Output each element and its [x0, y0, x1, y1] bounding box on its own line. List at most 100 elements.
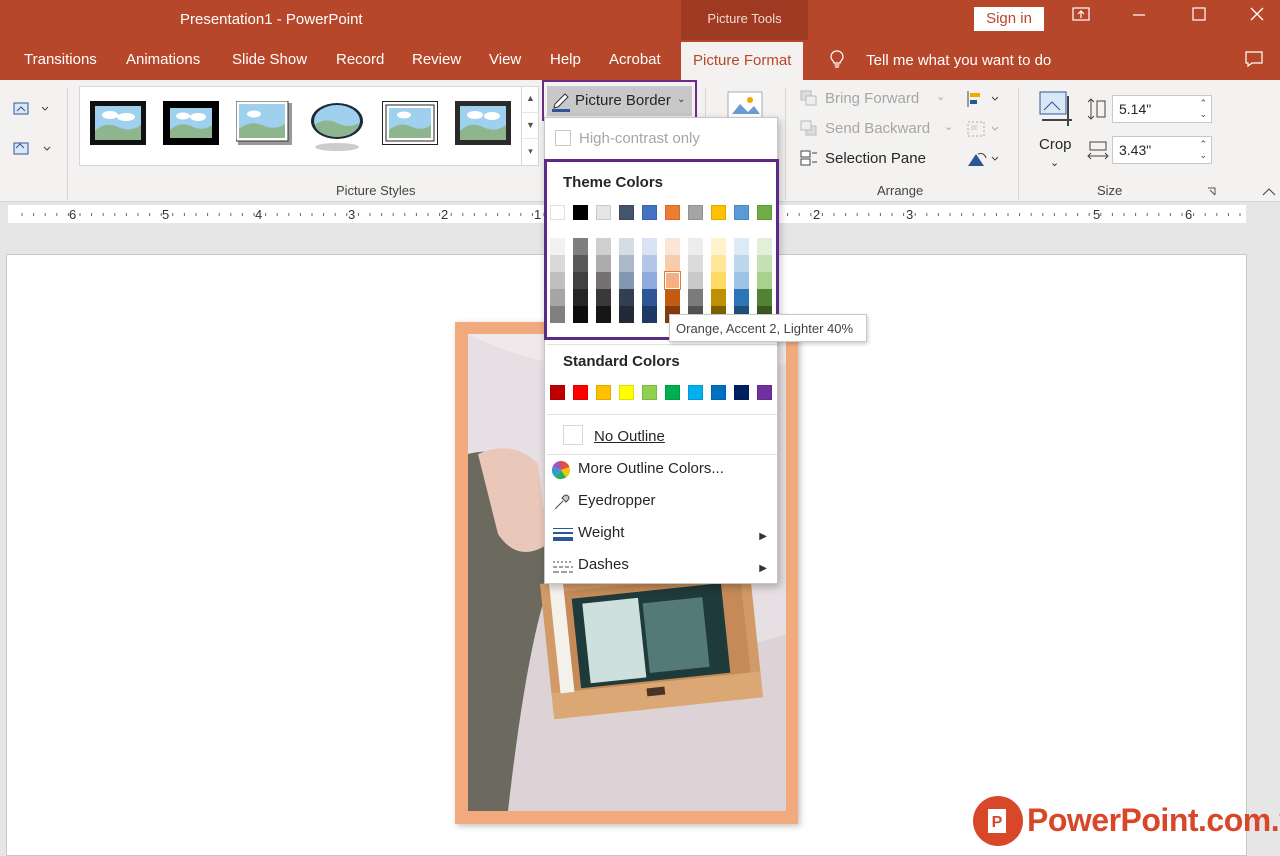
- tab-acrobat[interactable]: Acrobat: [609, 51, 661, 68]
- selection-pane-icon: [800, 150, 818, 169]
- style-thumb-black-frame[interactable]: [455, 101, 511, 145]
- dashes-submenu-arrow-icon: ▶: [759, 563, 767, 574]
- no-outline-label: No Outline: [594, 428, 665, 445]
- eyedropper-icon: [553, 493, 571, 514]
- menu-separator: [547, 414, 777, 415]
- tab-animations[interactable]: Animations: [126, 51, 200, 68]
- watermark-text: PowerPoint.com.vn: [1027, 802, 1280, 838]
- width-spin-arrows[interactable]: ⌃ ⌄: [1199, 139, 1207, 161]
- standard-color-swatch[interactable]: [711, 385, 726, 400]
- theme-colors-highlight: [544, 159, 779, 340]
- high-contrast-label: High-contrast only: [579, 130, 700, 147]
- standard-color-swatch[interactable]: [665, 385, 680, 400]
- weight-lines-icon: [553, 527, 573, 546]
- selection-pane-button[interactable]: Selection Pane: [825, 150, 926, 167]
- ribbon-display-icon[interactable]: [1066, 6, 1096, 30]
- style-thumb-simple-frame-black[interactable]: [90, 101, 146, 145]
- ruler-label: 2: [813, 207, 820, 222]
- tab-view[interactable]: View: [489, 51, 521, 68]
- style-thumb-shadow[interactable]: [235, 100, 292, 145]
- dashes-item[interactable]: Dashes: [578, 556, 738, 573]
- color-wheel-icon: [551, 460, 571, 483]
- weight-item[interactable]: Weight: [578, 524, 738, 541]
- gallery-down-icon[interactable]: ▼: [522, 112, 539, 138]
- standard-color-swatch[interactable]: [757, 385, 772, 400]
- standard-color-swatch[interactable]: [688, 385, 703, 400]
- no-outline-swatch-icon: [563, 425, 583, 445]
- chevron-down-icon: ⌄: [677, 94, 686, 105]
- tab-record[interactable]: Record: [336, 51, 384, 68]
- bring-forward-chevron-icon[interactable]: ⌄: [936, 90, 945, 103]
- width-input[interactable]: 3.43" ⌃ ⌄: [1112, 136, 1212, 164]
- width-icon: [1087, 140, 1109, 163]
- send-backward-chevron-icon[interactable]: ⌄: [944, 120, 953, 133]
- color-tooltip: Orange, Accent 2, Lighter 40%: [669, 314, 867, 342]
- comments-icon[interactable]: [1244, 50, 1266, 70]
- high-contrast-checkbox[interactable]: [555, 130, 571, 146]
- height-input[interactable]: 5.14" ⌃ ⌄: [1112, 95, 1212, 123]
- crop-button[interactable]: Crop: [1039, 136, 1072, 153]
- style-thumb-oval[interactable]: [309, 101, 365, 151]
- sign-in-button[interactable]: Sign in: [974, 7, 1044, 31]
- picture-styles-label: Picture Styles: [336, 183, 416, 198]
- gallery-up-icon[interactable]: ▲: [522, 86, 539, 112]
- ribbon-tabs: Transitions Animations Slide Show Record…: [0, 40, 1280, 80]
- ruler-label: 3: [906, 207, 913, 222]
- picture-tools-context: Picture Tools: [681, 0, 808, 40]
- height-spin-arrows[interactable]: ⌃ ⌄: [1199, 98, 1207, 120]
- bring-forward-button[interactable]: Bring Forward: [825, 90, 919, 107]
- standard-colors-heading: Standard Colors: [563, 353, 680, 370]
- standard-color-swatch[interactable]: [642, 385, 657, 400]
- tab-picture-format[interactable]: Picture Format: [681, 42, 804, 80]
- title-bar: Presentation1 - PowerPoint Picture Tools…: [0, 0, 1280, 40]
- size-label: Size: [1097, 183, 1123, 198]
- more-outline-colors-item[interactable]: More Outline Colors...: [578, 460, 774, 477]
- size-dialog-launcher-icon[interactable]: [1207, 184, 1217, 200]
- standard-color-swatch[interactable]: [596, 385, 611, 400]
- no-outline-item[interactable]: No Outline: [594, 428, 774, 445]
- change-picture-icon[interactable]: [12, 140, 52, 161]
- close-icon[interactable]: [1242, 6, 1272, 30]
- eyedropper-item[interactable]: Eyedropper: [578, 492, 774, 509]
- standard-color-swatch[interactable]: [734, 385, 749, 400]
- align-icon[interactable]: [966, 90, 1002, 111]
- standard-color-swatch[interactable]: [573, 385, 588, 400]
- ruler-label: 6: [1185, 207, 1192, 222]
- send-backward-button[interactable]: Send Backward: [825, 120, 930, 137]
- dashes-lines-icon: [553, 559, 573, 578]
- ruler-label: 2: [441, 207, 448, 222]
- watermark: P PowerPoint.com.vn: [973, 796, 1280, 848]
- tell-me-search[interactable]: Tell me what you want to do: [830, 50, 1051, 72]
- powerpoint-logo-icon: P: [973, 796, 1023, 846]
- style-thumb-thick-black[interactable]: [163, 101, 219, 145]
- ruler-label: 1: [534, 207, 541, 222]
- maximize-icon[interactable]: [1184, 6, 1214, 30]
- standard-color-swatch[interactable]: [619, 385, 634, 400]
- ruler-label: 5: [162, 207, 169, 222]
- gallery-more-icon[interactable]: ▾: [522, 138, 539, 164]
- tab-slide-show[interactable]: Slide Show: [232, 51, 307, 68]
- collapse-ribbon-icon[interactable]: [1262, 184, 1276, 200]
- group-icon[interactable]: [966, 120, 1002, 141]
- picture-border-button[interactable]: Picture Border ⌄: [547, 86, 692, 116]
- gallery-scroll[interactable]: ▲ ▼ ▾: [521, 86, 539, 166]
- rotate-icon[interactable]: [966, 150, 1002, 171]
- tell-me-text: Tell me what you want to do: [866, 51, 1052, 69]
- crop-chevron-icon[interactable]: ⌄: [1050, 156, 1059, 169]
- window-title: Presentation1 - PowerPoint: [180, 11, 363, 28]
- standard-color-swatch[interactable]: [550, 385, 565, 400]
- svg-text:P: P: [992, 814, 1003, 831]
- picture-border-highlight: Picture Border ⌄: [542, 80, 697, 121]
- weight-submenu-arrow-icon: ▶: [759, 531, 767, 542]
- ribbon-separator: [1018, 88, 1019, 200]
- crop-icon[interactable]: [1038, 90, 1076, 131]
- compress-pictures-icon[interactable]: [12, 100, 50, 121]
- picture-border-label: Picture Border: [575, 92, 671, 109]
- width-value: 3.43": [1119, 142, 1152, 158]
- minimize-icon[interactable]: [1124, 6, 1154, 30]
- tab-help[interactable]: Help: [550, 51, 581, 68]
- picture-styles-gallery: [79, 86, 539, 166]
- style-thumb-double-frame[interactable]: [381, 100, 439, 146]
- tab-transitions[interactable]: Transitions: [24, 51, 97, 68]
- tab-review[interactable]: Review: [412, 51, 461, 68]
